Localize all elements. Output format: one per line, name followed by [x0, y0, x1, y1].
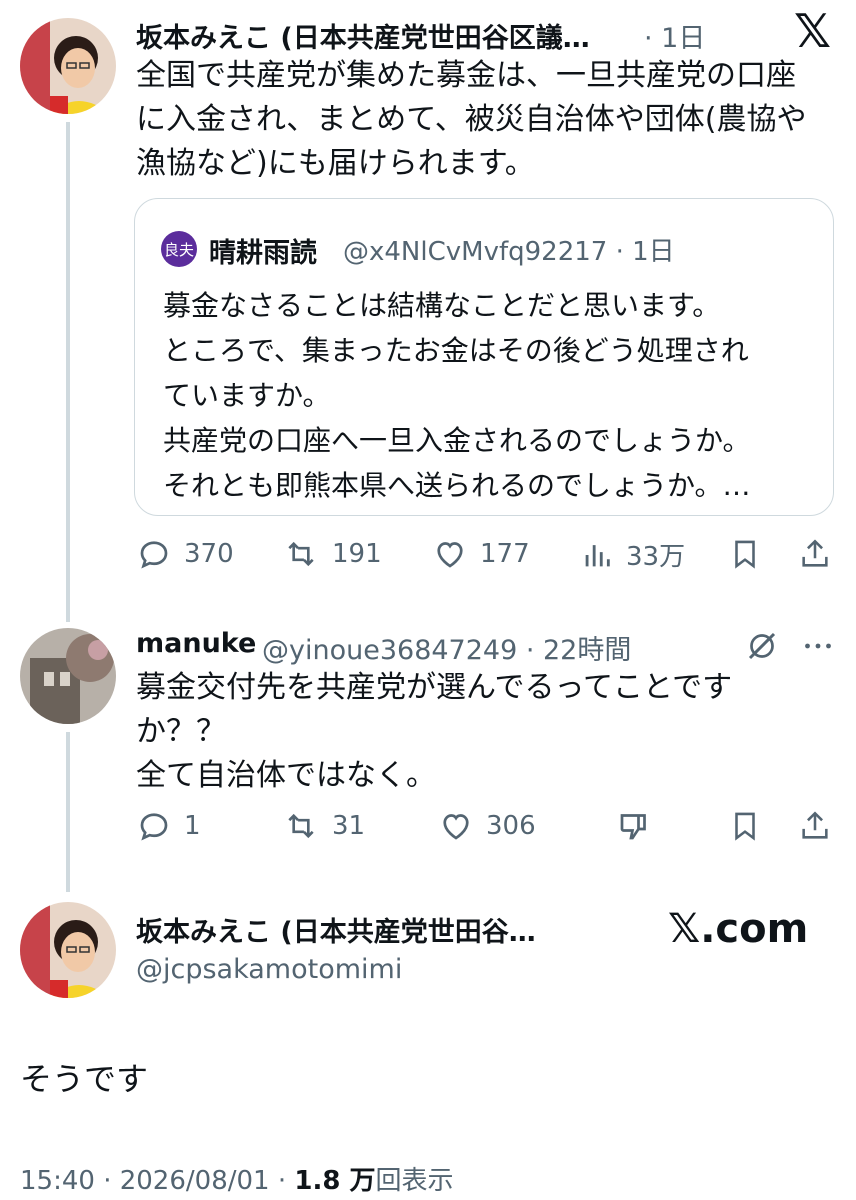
view-count: 1.8 万: [294, 1166, 376, 1196]
quote-handle-time: @x4NlCvMvfq92217 · 1日: [343, 237, 675, 267]
author-name[interactable]: manuke: [136, 628, 256, 659]
tweet-text: 全国で共産党が集めた募金は、一旦共産党の口座 に入金され、まとめて、被災自治体や…: [136, 54, 836, 186]
bookmark-icon: [735, 540, 755, 569]
bar-chart-icon: [585, 544, 610, 566]
x-logo-icon: 𝕏: [794, 4, 832, 58]
heart-icon: [443, 814, 469, 840]
tweet-text-line: か？？: [136, 714, 226, 749]
tweet-text: そうです: [20, 1060, 149, 1098]
reply-icon: [140, 813, 168, 841]
reply-count: 370: [184, 539, 234, 569]
share-button[interactable]: [798, 808, 832, 844]
retweet-count: 31: [332, 811, 366, 841]
timestamp[interactable]: · 1日: [644, 16, 705, 55]
tweet-text-line: 漁協など)にも届けられます。: [136, 146, 535, 181]
tweet-text-line: 全国で共産党が集めた募金は、一旦共産党の口座: [136, 58, 796, 93]
bookmark-icon: [735, 812, 755, 841]
quote-avatar: 良夫: [161, 231, 197, 267]
share-button[interactable]: [798, 536, 832, 572]
author-name[interactable]: 坂本みえこ (日本共産党世田谷区議…: [136, 16, 590, 55]
avatar[interactable]: [20, 628, 116, 724]
thumbs-down-icon: [620, 814, 646, 840]
like-button[interactable]: 177: [432, 536, 530, 572]
author-handle[interactable]: @jcpsakamotomimi: [136, 954, 402, 985]
thread-line-1: [66, 122, 70, 622]
avatar[interactable]: [20, 18, 116, 114]
x-com-watermark: 𝕏.com: [668, 906, 809, 952]
retweet-button[interactable]: 31: [282, 808, 365, 844]
post-timestamp[interactable]: 15:40 · 2026/08/01 ·: [20, 1166, 294, 1196]
retweet-button[interactable]: 191: [282, 536, 382, 572]
quote-text-line: それとも即熊本県へ送られるのでしょうか。…: [163, 469, 751, 502]
tweet-text: 募金交付先を共産党が選んでるってことです か？？ 全て自治体ではなく。: [136, 666, 816, 798]
quote-text: 募金なさることは結構なことだと思います。 ところで、集まったお金はその後どう処理…: [163, 283, 823, 508]
bookmark-button[interactable]: [728, 808, 762, 844]
tweet-text-line: 全て自治体ではなく。: [136, 758, 436, 793]
quote-text-line: ていますか。: [163, 379, 331, 412]
quote-text-line: 共産党の口座へ一旦入金されるのでしょうか。: [163, 424, 751, 457]
quote-avatar-badge: 良夫: [163, 240, 194, 259]
avatar[interactable]: [20, 902, 116, 998]
tweet-footer: 15:40 · 2026/08/01 · 1.8 万回表示: [20, 1160, 454, 1197]
retweet-icon: [288, 541, 314, 567]
handle-timestamp[interactable]: @yinoue36847249 · 22時間: [262, 628, 631, 667]
more-options-icon[interactable]: [800, 628, 836, 668]
like-button[interactable]: 306: [438, 808, 536, 844]
share-icon: [802, 539, 828, 567]
bookmark-button[interactable]: [728, 536, 762, 572]
views-button[interactable]: 33万: [580, 536, 685, 573]
reply-button[interactable]: 1: [136, 808, 201, 844]
reply-icon: [140, 541, 168, 569]
retweet-count: 191: [332, 539, 382, 569]
grok-icon[interactable]: [744, 628, 780, 668]
heart-icon: [437, 542, 463, 568]
quote-text-line: 募金なさることは結構なことだと思います。: [163, 289, 721, 322]
quoted-tweet[interactable]: 良夫 晴耕雨読 @x4NlCvMvfq92217 · 1日 募金なさることは結構…: [134, 198, 834, 516]
quote-text-line: ところで、集まったお金はその後どう処理され: [163, 334, 749, 367]
reply-count: 1: [184, 811, 201, 841]
reply-button[interactable]: 370: [136, 536, 234, 572]
tweet-text-line: に入金され、まとめて、被災自治体や団体(農協や: [136, 102, 807, 137]
tweet-text-line: 募金交付先を共産党が選んでるってことです: [136, 670, 733, 705]
like-count: 306: [486, 811, 536, 841]
share-icon: [802, 811, 828, 839]
view-count: 33万: [626, 542, 686, 572]
quote-author-name: 晴耕雨読: [209, 238, 317, 269]
retweet-icon: [288, 813, 314, 839]
like-count: 177: [480, 539, 530, 569]
author-name[interactable]: 坂本みえこ (日本共産党世田谷…: [136, 910, 536, 949]
dislike-button[interactable]: [616, 808, 652, 844]
view-label: 回表示: [375, 1166, 454, 1196]
thread-line-2: [66, 732, 70, 892]
